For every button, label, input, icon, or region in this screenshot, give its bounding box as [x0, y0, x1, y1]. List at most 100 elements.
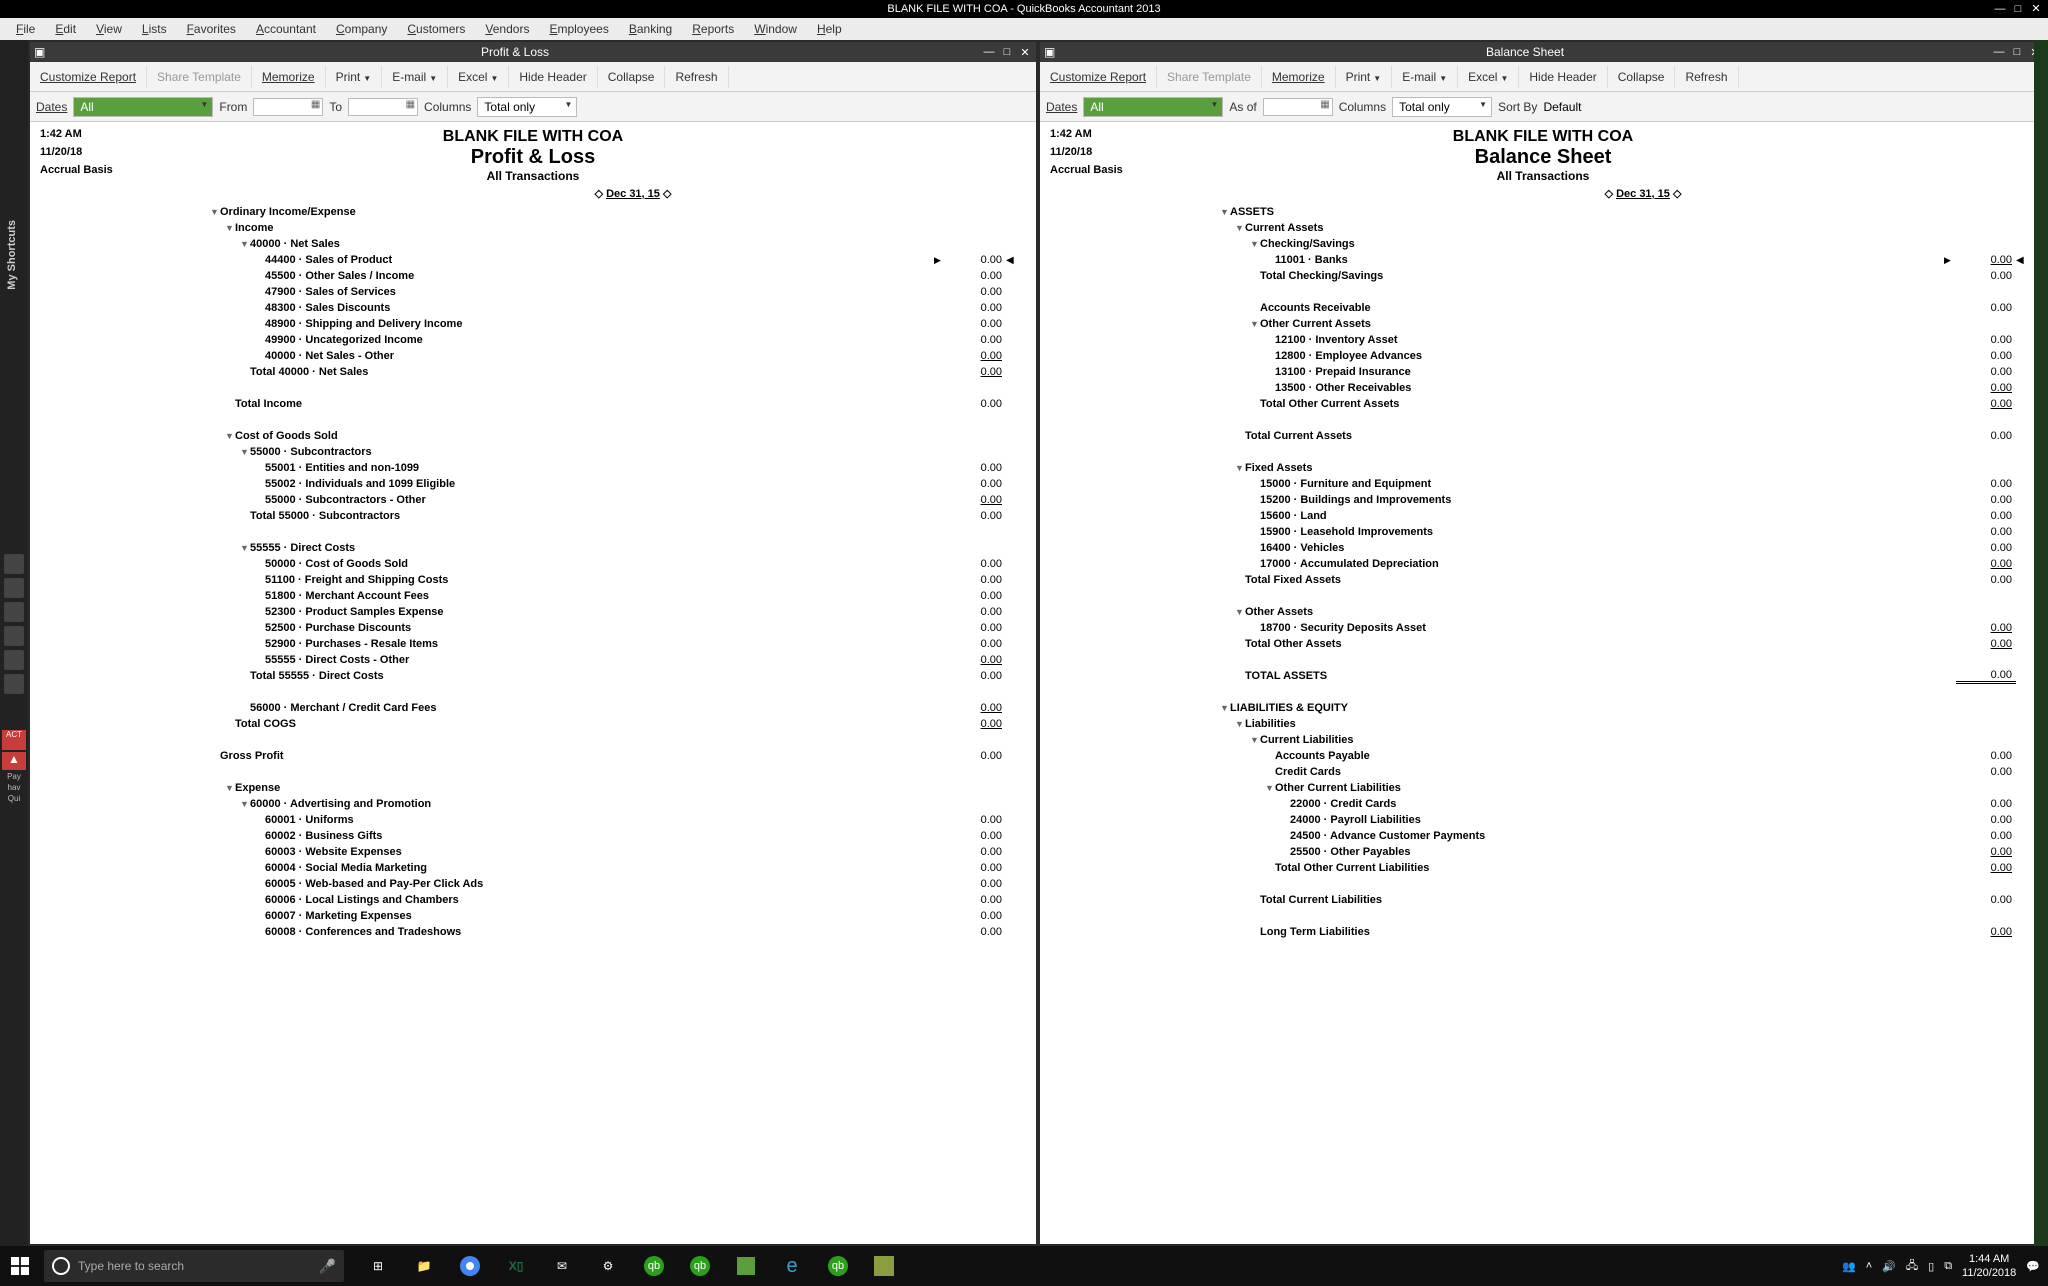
print-button[interactable]: Print▼	[1336, 66, 1393, 88]
dates-select[interactable]: All	[73, 97, 213, 117]
shortcut-icon[interactable]	[4, 602, 24, 622]
ie-icon[interactable]: e	[778, 1252, 806, 1280]
report-row[interactable]: 60002 · Business Gifts0.00	[50, 828, 1016, 844]
report-row[interactable]: 60001 · Uniforms0.00	[50, 812, 1016, 828]
report-row[interactable]: 55002 · Individuals and 1099 Eligible0.0…	[50, 476, 1016, 492]
memorize-button[interactable]: Memorize	[252, 66, 326, 88]
task-view-icon[interactable]: ⊞	[364, 1252, 392, 1280]
menu-edit[interactable]: Edit	[45, 22, 86, 36]
twisty-icon[interactable]: ▼	[240, 543, 250, 553]
menu-view[interactable]: View	[86, 22, 132, 36]
report-row[interactable]: Total Fixed Assets0.00	[1060, 572, 2026, 588]
print-button[interactable]: Print▼	[326, 66, 383, 88]
report-row[interactable]: Total Other Assets0.00	[1060, 636, 2026, 652]
window-maximize-button[interactable]: □	[1000, 46, 1014, 59]
report-row[interactable]: 60008 · Conferences and Tradeshows0.00	[50, 924, 1016, 940]
dates-select[interactable]: All	[1083, 97, 1223, 117]
report-row[interactable]	[1060, 588, 2026, 604]
report-row[interactable]: 16400 · Vehicles0.00	[1060, 540, 2026, 556]
report-row[interactable]: ▼Other Current Assets	[1060, 316, 2026, 332]
report-row[interactable]: 55000 · Subcontractors - Other0.00	[50, 492, 1016, 508]
report-row[interactable]: Total COGS0.00	[50, 716, 1016, 732]
customize-report-button[interactable]: Customize Report	[1040, 66, 1157, 88]
hide-header-button[interactable]: Hide Header	[1519, 66, 1607, 88]
report-row[interactable]: 52500 · Purchase Discounts0.00	[50, 620, 1016, 636]
excel-icon[interactable]: X▯	[502, 1252, 530, 1280]
report-row[interactable]: ▼60000 · Advertising and Promotion	[50, 796, 1016, 812]
to-date-input[interactable]	[348, 98, 418, 116]
report-row[interactable]: ▼Income	[50, 220, 1016, 236]
report-row[interactable]: 13100 · Prepaid Insurance0.00	[1060, 364, 2026, 380]
notifications-icon[interactable]: 💬	[2026, 1260, 2040, 1273]
report-row[interactable]: 24000 · Payroll Liabilities0.00	[1060, 812, 2026, 828]
dropbox-icon[interactable]: ⧉	[1944, 1260, 1952, 1273]
report-row[interactable]: 11001 · Banks▶0.00◀	[1060, 252, 2026, 268]
report-row[interactable]: ▼Expense	[50, 780, 1016, 796]
window-icon[interactable]: ▣	[34, 45, 48, 59]
columns-select[interactable]: Total only	[477, 97, 577, 117]
report-row[interactable]: 55001 · Entities and non-10990.00	[50, 460, 1016, 476]
report-row[interactable]: 60007 · Marketing Expenses0.00	[50, 908, 1016, 924]
report-row[interactable]: 60005 · Web-based and Pay-Per Click Ads0…	[50, 876, 1016, 892]
quickbooks-icon[interactable]: qb	[640, 1252, 668, 1280]
twisty-icon[interactable]: ▼	[240, 239, 250, 249]
report-row[interactable]: ▼Other Assets	[1060, 604, 2026, 620]
report-row[interactable]: 22000 · Credit Cards0.00	[1060, 796, 2026, 812]
report-row[interactable]: ▼Fixed Assets	[1060, 460, 2026, 476]
clock[interactable]: 1:44 AM 11/20/2018	[1962, 1252, 2016, 1280]
quickbooks-icon[interactable]: qb	[686, 1252, 714, 1280]
report-row[interactable]: ▼Current Liabilities	[1060, 732, 2026, 748]
twisty-icon[interactable]: ▼	[1235, 719, 1245, 729]
report-row[interactable]: 60003 · Website Expenses0.00	[50, 844, 1016, 860]
from-date-input[interactable]	[253, 98, 323, 116]
excel-button[interactable]: Excel▼	[448, 66, 509, 88]
shortcut-icon[interactable]	[4, 626, 24, 646]
close-button[interactable]: ✕	[2028, 0, 2044, 14]
refresh-button[interactable]: Refresh	[665, 66, 728, 88]
share-template-button[interactable]: Share Template	[147, 66, 252, 88]
report-row[interactable]: 15600 · Land0.00	[1060, 508, 2026, 524]
report-row[interactable]: 49900 · Uncategorized Income0.00	[50, 332, 1016, 348]
report-row[interactable]	[50, 684, 1016, 700]
twisty-icon[interactable]: ▼	[1220, 703, 1230, 713]
report-row[interactable]: ▼ASSETS	[1060, 204, 2026, 220]
report-row[interactable]: ▼Checking/Savings	[1060, 236, 2026, 252]
memorize-button[interactable]: Memorize	[1262, 66, 1336, 88]
report-row[interactable]: 45500 · Other Sales / Income0.00	[50, 268, 1016, 284]
maximize-button[interactable]: □	[2010, 0, 2026, 14]
report-row[interactable]	[1060, 412, 2026, 428]
report-row[interactable]: Total Current Liabilities0.00	[1060, 892, 2026, 908]
report-row[interactable]: 51100 · Freight and Shipping Costs0.00	[50, 572, 1016, 588]
report-row[interactable]: 50000 · Cost of Goods Sold0.00	[50, 556, 1016, 572]
start-button[interactable]	[0, 1246, 40, 1286]
tray-icon[interactable]: ▯	[1928, 1260, 1934, 1273]
report-row[interactable]: ▼Other Current Liabilities	[1060, 780, 2026, 796]
report-row[interactable]: 60004 · Social Media Marketing0.00	[50, 860, 1016, 876]
twisty-icon[interactable]: ▼	[1220, 207, 1230, 217]
twisty-icon[interactable]: ▼	[1235, 463, 1245, 473]
report-row[interactable]	[50, 764, 1016, 780]
report-row[interactable]: Total Other Current Liabilities0.00	[1060, 860, 2026, 876]
menu-accountant[interactable]: Accountant	[246, 22, 326, 36]
report-row[interactable]: Total Income0.00	[50, 396, 1016, 412]
menu-window[interactable]: Window	[744, 22, 807, 36]
asof-date-input[interactable]	[1263, 98, 1333, 116]
act-badge[interactable]: ACT	[2, 730, 26, 750]
menu-customers[interactable]: Customers	[397, 22, 475, 36]
mail-icon[interactable]: ✉	[548, 1252, 576, 1280]
collapse-button[interactable]: Collapse	[598, 66, 666, 88]
sortby-select[interactable]: Default	[1543, 100, 1581, 114]
twisty-icon[interactable]: ▼	[240, 799, 250, 809]
report-row[interactable]	[1060, 284, 2026, 300]
report-row[interactable]: Gross Profit0.00	[50, 748, 1016, 764]
report-body[interactable]: ▼ASSETS▼Current Assets▼Checking/Savings1…	[1040, 202, 2046, 1244]
report-row[interactable]: ▼Ordinary Income/Expense	[50, 204, 1016, 220]
shortcut-icon[interactable]	[4, 578, 24, 598]
report-row[interactable]: 13500 · Other Receivables0.00	[1060, 380, 2026, 396]
refresh-button[interactable]: Refresh	[1675, 66, 1738, 88]
menu-favorites[interactable]: Favorites	[177, 22, 246, 36]
app-icon[interactable]	[870, 1252, 898, 1280]
report-row[interactable]: Total Current Assets0.00	[1060, 428, 2026, 444]
email-button[interactable]: E-mail▼	[1392, 66, 1458, 88]
twisty-icon[interactable]: ▼	[1250, 319, 1260, 329]
